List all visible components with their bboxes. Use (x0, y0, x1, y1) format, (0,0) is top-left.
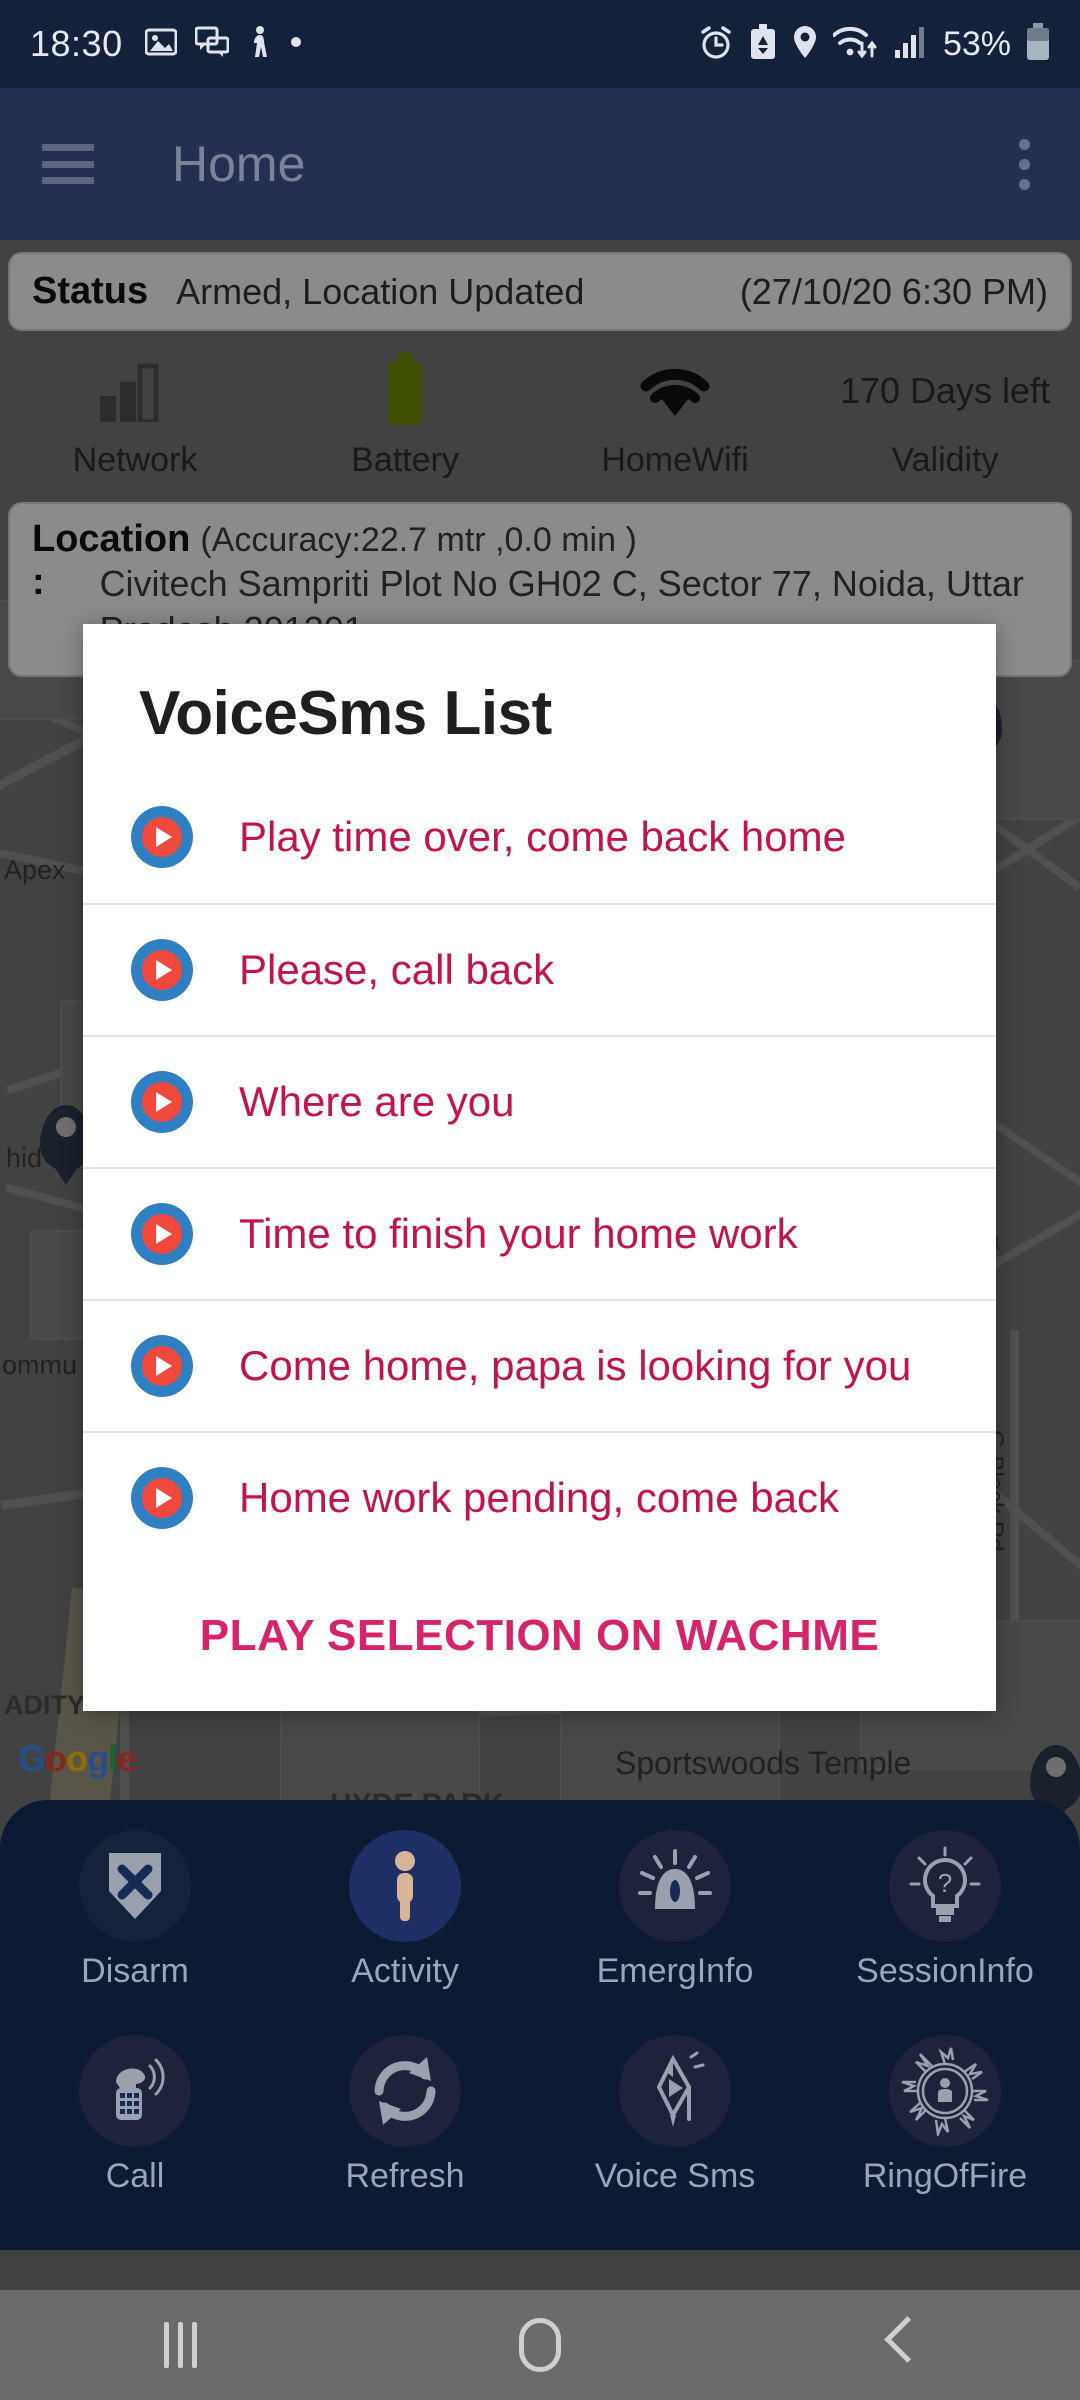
battery-saver-icon (749, 23, 777, 65)
play-disk (142, 1082, 182, 1122)
alarm-icon (698, 24, 734, 65)
voicesms-list-item[interactable]: Play time over, come back home (83, 771, 996, 903)
chat-icon (194, 26, 230, 63)
pedestrian-icon (247, 25, 271, 64)
play-triangle (156, 1224, 172, 1244)
battery-icon (1026, 22, 1050, 66)
play-icon[interactable] (131, 1203, 193, 1265)
play-disk (142, 950, 182, 990)
hamburger-icon[interactable] (42, 144, 94, 184)
action-voicesms-label: Voice Sms (594, 2157, 756, 2195)
voicesms-list-item[interactable]: Come home, papa is looking for you (83, 1299, 996, 1431)
voicesms-item-label: Please, call back (239, 946, 555, 993)
play-icon[interactable] (131, 1335, 193, 1397)
action-activity-label: Activity (351, 1952, 459, 1990)
action-disarm[interactable]: Disarm (0, 1830, 270, 1991)
play-selection-button[interactable]: PLAY SELECTION ON WACHME (83, 1563, 996, 1711)
battery-percent: 53% (942, 24, 1011, 63)
voicesms-item-label: Come home, papa is looking for you (239, 1342, 912, 1389)
action-row-1: Disarm Activity EmergInfo ? SessionInfo (0, 1830, 1080, 1991)
page-title: Home (172, 136, 306, 192)
action-ringoffire-label: RingOfFire (862, 2157, 1028, 2195)
siren-icon (619, 1830, 731, 1942)
voicesms-list-item[interactable]: Where are you (83, 1035, 996, 1167)
action-ringoffire[interactable]: RingOfFire (810, 2035, 1080, 2196)
wifi-icon (831, 25, 879, 64)
play-icon[interactable] (131, 939, 193, 1001)
system-navigation-bar (0, 2290, 1080, 2400)
system-status-bar: 18:30 53% (0, 0, 1080, 88)
action-disarm-label: Disarm (81, 1952, 189, 1990)
app-bar: Home (0, 88, 1080, 240)
voicesms-list-item[interactable]: Time to finish your home work (83, 1167, 996, 1299)
voicesms-list: Play time over, come back home Please, ca… (83, 771, 996, 1563)
action-call[interactable]: Call (0, 2035, 270, 2196)
action-sessioninfo[interactable]: ? SessionInfo (810, 1830, 1080, 1991)
signal-icon (894, 25, 928, 64)
recents-icon (163, 2322, 197, 2368)
ring-of-fire-icon (889, 2035, 1001, 2147)
svg-text:?: ? (938, 1868, 952, 1898)
action-voicesms[interactable]: Voice Sms (540, 2035, 810, 2196)
action-refresh-label: Refresh (345, 2157, 465, 2195)
action-sessioninfo-label: SessionInfo (856, 1952, 1034, 1990)
image-icon (144, 26, 178, 63)
voicesms-dialog: VoiceSms List Play time over, come back … (83, 624, 996, 1711)
back-button[interactable] (810, 2290, 990, 2400)
voicesms-item-label: Time to finish your home work (239, 1210, 798, 1257)
voicesms-item-label: Play time over, come back home (239, 813, 846, 860)
play-triangle (156, 1488, 172, 1508)
voicesms-item-label: Where are you (239, 1078, 515, 1125)
shield-x-icon (79, 1830, 191, 1942)
status-bar-clock: 18:30 (30, 23, 123, 64)
action-emerginfo[interactable]: EmergInfo (540, 1830, 810, 1991)
bottom-action-panel: Disarm Activity EmergInfo ? SessionInfo … (0, 1800, 1080, 2250)
play-icon[interactable] (131, 806, 193, 868)
play-triangle (156, 1092, 172, 1112)
back-icon (885, 2319, 915, 2371)
recents-button[interactable] (90, 2290, 270, 2400)
voicesms-list-item[interactable]: Please, call back (83, 903, 996, 1035)
status-bar-system-icons: 53% (698, 22, 1050, 66)
more-vertical-icon[interactable] (1011, 131, 1038, 198)
play-triangle (156, 1356, 172, 1376)
voicesms-item-label: Home work pending, come back (239, 1474, 839, 1521)
play-icon[interactable] (131, 1467, 193, 1529)
play-icon[interactable] (131, 1071, 193, 1133)
action-refresh[interactable]: Refresh (270, 2035, 540, 2196)
home-button[interactable] (450, 2290, 630, 2400)
play-disk (142, 1214, 182, 1254)
action-emerginfo-label: EmergInfo (596, 1952, 754, 1990)
person-icon (349, 1830, 461, 1942)
dot-icon (289, 35, 303, 54)
action-activity[interactable]: Activity (270, 1830, 540, 1991)
play-disk (142, 1346, 182, 1386)
bulb-question-icon: ? (889, 1830, 1001, 1942)
play-disk (142, 817, 182, 857)
megaphone-play-icon (619, 2035, 731, 2147)
play-disk (142, 1478, 182, 1518)
action-call-label: Call (105, 2157, 165, 2195)
voicesms-list-item[interactable]: Home work pending, come back (83, 1431, 996, 1563)
dialog-title: VoiceSms List (139, 679, 552, 748)
action-row-2: Call Refresh Voice Sms RingOfFire (0, 2035, 1080, 2196)
play-triangle (156, 960, 172, 980)
play-triangle (156, 827, 172, 847)
status-bar-notifications (144, 25, 303, 64)
location-icon (792, 25, 818, 64)
home-icon (519, 2318, 561, 2372)
ringing-phone-icon (79, 2035, 191, 2147)
refresh-icon (349, 2035, 461, 2147)
